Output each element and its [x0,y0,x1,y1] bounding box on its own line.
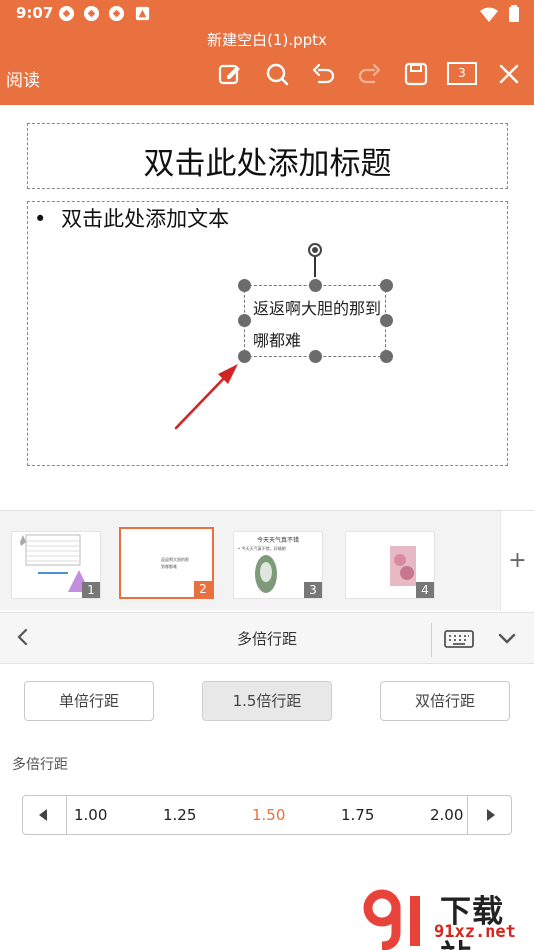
bullet: • [34,207,47,231]
save-icon[interactable] [403,61,429,87]
slide-thumbnail-3[interactable]: 今天天气真不错 • 今天天气真不错，好晴朗 3 [233,531,323,599]
multiple-spacing-label: 多倍行距 [12,757,68,773]
arrow-right-icon [487,809,495,821]
slide-3-preview-bullet: • 今天天气真不错，好晴朗 [238,546,286,551]
body-placeholder-text: • 双击此处添加文本 [34,203,229,233]
rotation-handle[interactable] [308,243,322,257]
spacing-value-1-50[interactable]: 1.50 [252,806,285,824]
status-right [479,5,520,27]
slide-number-4: 4 [416,582,434,598]
file-name: 新建空白(1).pptx [207,31,327,49]
arrow-left-icon [39,809,47,821]
resize-handle-top-left[interactable] [238,279,251,292]
body-placeholder-label: 双击此处添加文本 [61,207,230,231]
read-mode-button[interactable]: 阅读 [6,66,40,91]
status-time: 9:07 [16,4,54,22]
slide-2-preview-text: 返返啊大胆的那到哪都难 [161,557,189,569]
resize-handle-bottom[interactable] [309,350,322,363]
redo-icon[interactable] [357,61,383,87]
search-icon[interactable] [264,61,290,87]
panel-header: 多倍行距 [0,612,534,664]
resize-handle-right[interactable] [380,314,393,327]
battery-icon [509,5,519,22]
title-placeholder-text: 双击此处添加标题 [143,146,392,182]
slide-number-3: 3 [304,582,322,598]
wifi-icon [479,7,498,22]
one-point-five-spacing-button[interactable]: 1.5倍行距 [202,681,332,721]
spacing-value-1-00[interactable]: 1.00 [74,806,107,824]
image-notification-icon [135,6,150,21]
watermark-logo-icon [363,889,420,950]
resize-handle-top-right[interactable] [380,279,393,292]
slide-3-preview-title: 今天天气真不错 [256,537,299,544]
slide-thumbnail-2[interactable]: 返返啊大胆的那到哪都难 2 [119,527,214,599]
app-notification-icon [108,5,125,22]
slider-prev-button[interactable] [23,796,67,834]
app-toolbar: 9:07 新建空白(1).pptx 阅读 3 [0,0,534,105]
slide-thumbnail-strip: 1 返返啊大胆的那到哪都难 2 今天天气真不错 • 今天天气真不错，好晴朗 3 … [0,510,534,611]
chevron-down-icon[interactable] [497,630,517,648]
slider-next-button[interactable] [467,796,511,834]
watermark: 下载站 91xz.net [362,884,534,950]
slide-3-picture-icon [255,555,277,593]
header-divider [431,623,432,657]
app-notification-icon [58,5,75,22]
slide-4-picture-icon [390,546,416,586]
spacing-value-1-25[interactable]: 1.25 [163,806,196,824]
resize-handle-top[interactable] [309,279,322,292]
watermark-url: 91xz.net [434,922,516,942]
selected-text-box-content: 返返啊大胆的那到哪都难 [253,299,382,350]
close-icon[interactable] [496,61,522,87]
spacing-value-slider[interactable]: 1.00 1.25 1.50 1.75 2.00 [22,795,512,835]
title-placeholder[interactable]: 双击此处添加标题 [27,123,508,189]
app-notification-icon [83,5,100,22]
slide-thumbnail-1[interactable]: 1 [11,531,101,599]
slide-count-button[interactable]: 3 [447,62,477,85]
undo-icon[interactable] [310,61,336,87]
edit-icon[interactable] [217,61,243,87]
single-spacing-button[interactable]: 单倍行距 [24,681,154,721]
status-bar: 9:07 [0,0,534,28]
slide-number-2: 2 [194,581,212,597]
add-slide-button[interactable]: + [500,511,534,611]
annotation-arrow-icon [174,364,238,430]
keyboard-icon[interactable] [444,629,474,649]
slide-number-1: 1 [82,582,100,598]
rotation-line [314,257,316,277]
double-spacing-button[interactable]: 双倍行距 [380,681,510,721]
resize-handle-bottom-right[interactable] [380,350,393,363]
spacing-value-2-00[interactable]: 2.00 [430,806,463,824]
selected-text-box[interactable]: 返返啊大胆的那到哪都难 [244,285,386,357]
resize-handle-left[interactable] [238,314,251,327]
slide-thumbnail-4[interactable]: 4 [345,531,435,599]
spacing-value-1-75[interactable]: 1.75 [341,806,374,824]
slide-count-number: 3 [458,66,466,80]
